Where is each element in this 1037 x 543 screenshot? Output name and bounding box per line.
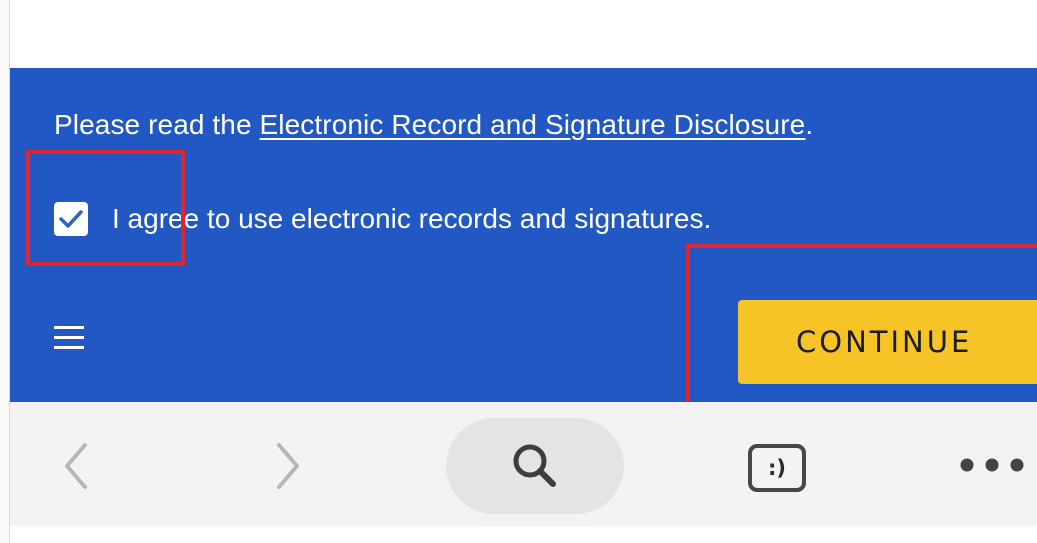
checkbox-highlight-box xyxy=(26,150,185,266)
back-button[interactable] xyxy=(56,438,96,494)
more-icon xyxy=(960,458,1024,472)
disclosure-suffix: . xyxy=(805,109,814,140)
chevron-left-icon xyxy=(65,443,87,489)
disclosure-prefix: Please read the xyxy=(54,109,260,140)
tabs-icon-label: :) xyxy=(768,456,786,480)
tabs-button[interactable]: :) xyxy=(748,444,806,492)
disclosure-text: Please read the Electronic Record and Si… xyxy=(54,109,813,141)
more-button[interactable] xyxy=(954,454,1034,476)
search-button[interactable] xyxy=(446,418,624,514)
bottom-blank-area xyxy=(10,526,1037,543)
agree-label[interactable]: I agree to use electronic records and si… xyxy=(112,203,711,235)
forward-button[interactable] xyxy=(268,438,308,494)
disclosure-link[interactable]: Electronic Record and Signature Disclosu… xyxy=(260,109,806,140)
left-edge-divider xyxy=(0,0,10,543)
browser-toolbar: :) xyxy=(10,402,1037,526)
chevron-right-icon xyxy=(277,443,299,489)
menu-icon[interactable] xyxy=(54,326,84,350)
search-icon xyxy=(513,444,556,487)
top-blank-area xyxy=(0,0,1037,68)
continue-highlight-box xyxy=(686,244,1037,420)
